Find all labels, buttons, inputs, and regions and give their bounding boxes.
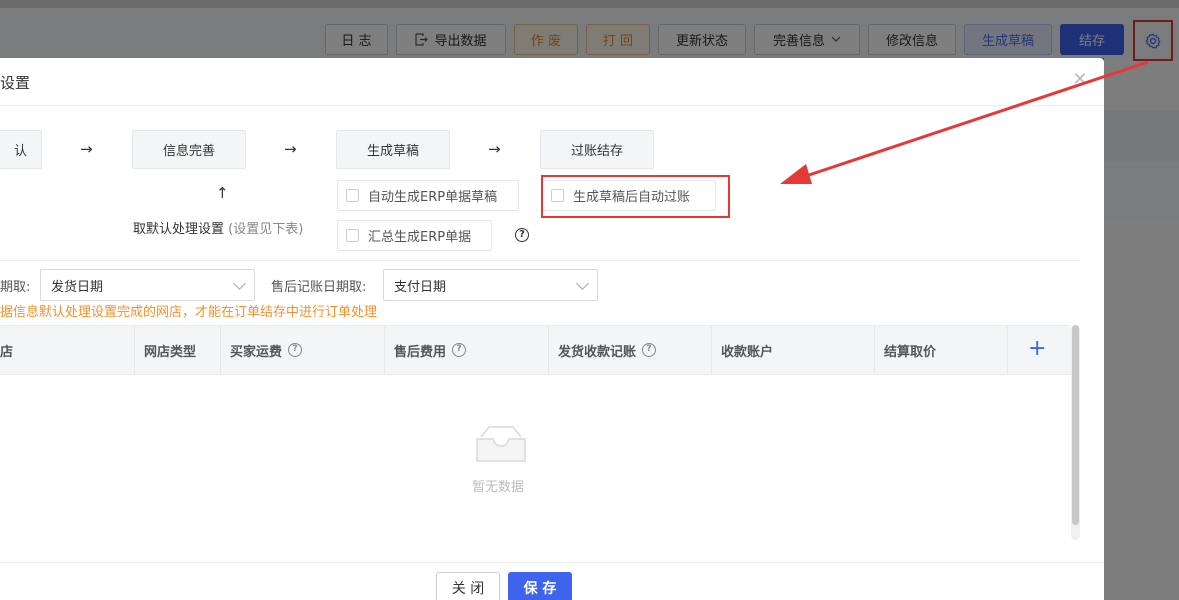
background-panel xyxy=(1104,58,1179,600)
empty-inbox-icon xyxy=(476,426,526,462)
default-handling-label: 取默认处理设置 (设置见下表) xyxy=(133,222,304,237)
table-header: 店 网店类型 买家运费? 售后费用? 发货收款记账? 收款账户 结算取价 + xyxy=(0,325,1071,375)
close-button[interactable]: 关 闭 xyxy=(436,572,500,600)
divider xyxy=(0,260,1080,261)
summary-generate-erp-checkbox[interactable]: 汇总生成ERP单据 xyxy=(337,220,492,251)
after-sale-date-select[interactable]: 支付日期 xyxy=(383,269,598,301)
generate-draft-button[interactable]: 生成草稿 xyxy=(964,24,1052,55)
column-buyer-freight: 买家运费? xyxy=(221,326,385,374)
column-settlement-price: 结算取价 xyxy=(875,326,1008,374)
highlight-frame xyxy=(541,175,730,218)
arrow-right-icon: → xyxy=(488,140,501,158)
modify-info-button[interactable]: 修改信息 xyxy=(868,24,956,55)
empty-text: 暂无数据 xyxy=(472,480,525,495)
export-icon xyxy=(415,33,429,46)
update-status-button[interactable]: 更新状态 xyxy=(658,24,746,55)
settings-button[interactable] xyxy=(1133,20,1173,61)
column-store: 店 xyxy=(0,326,135,374)
top-toolbar: 日 志 导出数据 作 废 打 回 更新状态 完善信息 修改信息 生成草稿 结存 xyxy=(0,0,1179,61)
close-icon[interactable]: ✕ xyxy=(1070,70,1090,90)
scrollbar-thumb[interactable] xyxy=(1072,325,1079,525)
checkbox-box[interactable] xyxy=(346,229,359,242)
column-shipping-receipt: 发货收款记账? xyxy=(549,326,712,374)
column-after-sale-fee: 售后费用? xyxy=(385,326,549,374)
step-generate-draft: 生成草稿 xyxy=(336,130,450,169)
chevron-down-icon xyxy=(233,277,246,290)
help-icon[interactable]: ? xyxy=(288,343,303,357)
help-icon[interactable]: ? xyxy=(642,343,657,357)
background-band xyxy=(1104,166,1179,218)
divider xyxy=(0,562,1104,563)
auto-generate-erp-draft-checkbox[interactable]: 自动生成ERP单据草稿 xyxy=(337,180,519,211)
post-button[interactable]: 结存 xyxy=(1060,24,1124,55)
step-post-close: 过账结存 xyxy=(540,130,654,169)
background-band xyxy=(1104,110,1179,162)
settings-dialog: 设置 ✕ 认 → 信息完善 → 生成草稿 → 过账结存 ↑ 自动生成ERP单据草… xyxy=(0,58,1104,600)
log-button[interactable]: 日 志 xyxy=(325,24,388,55)
chevron-down-icon xyxy=(576,277,589,290)
arrow-up-icon: ↑ xyxy=(216,184,229,202)
reopen-button[interactable]: 打 回 xyxy=(586,24,650,55)
warning-text: 据信息默认处理设置完成的网店，才能在订单结存中进行订单处理 xyxy=(0,305,378,320)
void-button[interactable]: 作 废 xyxy=(514,24,578,55)
dialog-title: 设置 xyxy=(0,74,31,92)
complete-info-dropdown[interactable]: 完善信息 xyxy=(754,24,860,55)
step-info-complete: 信息完善 xyxy=(132,130,246,169)
column-store-type: 网店类型 xyxy=(135,326,221,374)
column-receiving-account: 收款账户 xyxy=(712,326,875,374)
table-scrollbar[interactable] xyxy=(1071,325,1080,540)
plus-icon[interactable]: + xyxy=(1028,336,1046,361)
export-data-button[interactable]: 导出数据 xyxy=(396,24,506,55)
arrow-right-icon: → xyxy=(80,140,93,158)
after-sale-date-label: 售后记账日期取: xyxy=(271,280,367,295)
step-confirm: 认 xyxy=(0,130,42,169)
help-icon[interactable]: ? xyxy=(515,228,529,242)
help-icon[interactable]: ? xyxy=(452,343,467,357)
gear-icon xyxy=(1142,30,1164,52)
ship-date-label: 期取: xyxy=(0,280,31,295)
chevron-down-icon xyxy=(831,36,841,42)
checkbox-box[interactable] xyxy=(346,189,359,202)
arrow-right-icon: → xyxy=(284,140,297,158)
divider xyxy=(0,105,1104,106)
save-button[interactable]: 保 存 xyxy=(508,572,572,600)
ship-date-select[interactable]: 发货日期 xyxy=(40,269,255,301)
